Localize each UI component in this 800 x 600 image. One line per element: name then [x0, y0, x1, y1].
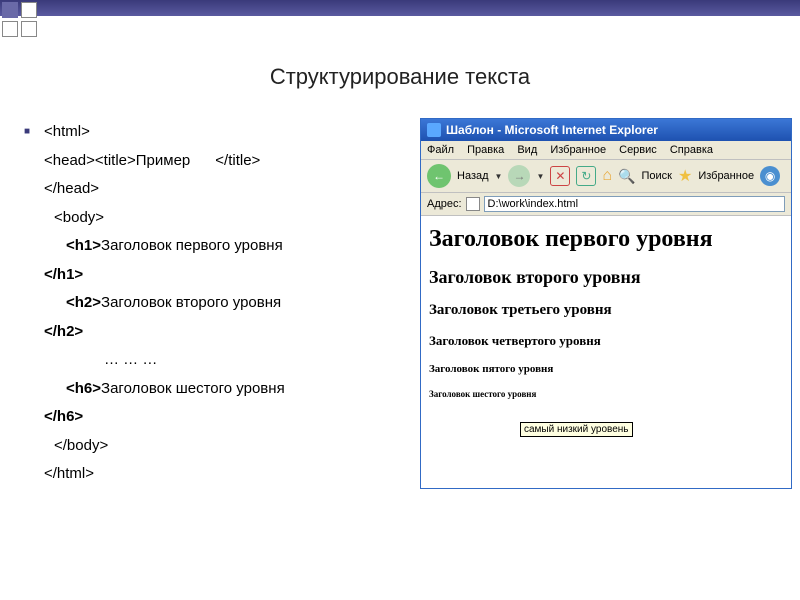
rendered-h3: Заголовок третьего уровня: [429, 302, 783, 319]
browser-menubar: Файл Правка Вид Избранное Сервис Справка: [421, 141, 791, 160]
code-line: </html>: [24, 460, 404, 489]
search-icon[interactable]: 🔍: [618, 168, 635, 185]
stop-button-icon[interactable]: ✕: [550, 166, 570, 186]
code-line: <head><title>Пример </title>: [24, 147, 404, 176]
ie-app-icon: [427, 123, 441, 137]
address-label: Адрес:: [427, 198, 462, 210]
code-ellipsis: … … …: [24, 346, 404, 375]
favorites-label[interactable]: Избранное: [698, 170, 754, 182]
menu-favorites[interactable]: Избранное: [550, 144, 606, 156]
code-line: <h6>Заголовок шестого уровня: [24, 375, 404, 404]
back-dropdown-icon[interactable]: ▼: [495, 172, 503, 181]
forward-button-icon[interactable]: →: [508, 165, 530, 187]
code-line: </h1>: [24, 261, 404, 290]
back-button-label[interactable]: Назад: [457, 170, 489, 182]
code-line: </h6>: [24, 403, 404, 432]
code-line: <h1>Заголовок первого уровня: [24, 232, 404, 261]
favorites-icon[interactable]: ★: [678, 166, 692, 186]
address-input[interactable]: [484, 196, 785, 212]
browser-viewport: Заголовок первого уровня Заголовок второ…: [421, 216, 791, 413]
file-icon: [466, 197, 480, 211]
browser-title-text: Шаблон - Microsoft Internet Explorer: [446, 123, 658, 137]
rendered-h5: Заголовок пятого уровня: [429, 363, 783, 375]
content-row: <html> <head><title>Пример </title> </he…: [0, 118, 800, 489]
menu-help[interactable]: Справка: [670, 144, 713, 156]
browser-address-bar: Адрес:: [421, 193, 791, 216]
menu-file[interactable]: Файл: [427, 144, 454, 156]
home-button-icon[interactable]: ⌂: [602, 167, 612, 185]
browser-toolbar: ← Назад ▼ → ▼ ✕ ↻ ⌂ 🔍 Поиск ★ Избранное …: [421, 160, 791, 193]
code-line: <body>: [24, 204, 404, 233]
menu-edit[interactable]: Правка: [467, 144, 504, 156]
refresh-button-icon[interactable]: ↻: [576, 166, 596, 186]
rendered-h6: Заголовок шестого уровня: [429, 389, 783, 399]
search-label[interactable]: Поиск: [641, 170, 671, 182]
slide-topbar: [0, 0, 800, 16]
slide-decoration: [2, 2, 37, 37]
code-line: </body>: [24, 432, 404, 461]
menu-tools[interactable]: Сервис: [619, 144, 657, 156]
forward-dropdown-icon[interactable]: ▼: [536, 172, 544, 181]
code-column: <html> <head><title>Пример </title> </he…: [24, 118, 404, 489]
tooltip: самый низкий уровень: [520, 422, 633, 437]
code-line: <html>: [24, 118, 404, 147]
code-line: </head>: [24, 175, 404, 204]
browser-titlebar: Шаблон - Microsoft Internet Explorer: [421, 119, 791, 141]
menu-view[interactable]: Вид: [517, 144, 537, 156]
back-button-icon[interactable]: ←: [427, 164, 451, 188]
media-button-icon[interactable]: ◉: [760, 166, 780, 186]
rendered-h1: Заголовок первого уровня: [429, 226, 783, 253]
rendered-h2: Заголовок второго уровня: [429, 267, 783, 288]
code-line: </h2>: [24, 318, 404, 347]
slide-title: Структурирование текста: [0, 64, 800, 90]
rendered-h4: Заголовок четвертого уровня: [429, 333, 783, 349]
code-line: <h2>Заголовок второго уровня: [24, 289, 404, 318]
